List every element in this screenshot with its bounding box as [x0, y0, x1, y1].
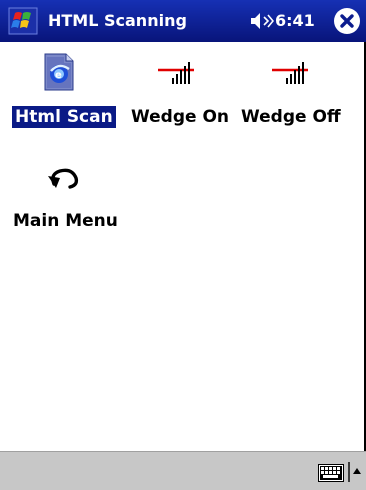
title-bar: HTML Scanning 6:41: [0, 0, 366, 42]
close-icon[interactable]: [334, 8, 360, 34]
clock[interactable]: 6:41: [275, 11, 315, 30]
app-title: HTML Scanning: [48, 11, 187, 30]
html-scan-tile-label[interactable]: Html Scan: [12, 106, 116, 128]
pocketpc-screen: HTML Scanning 6:41 e Html Scan Wedge On …: [0, 0, 366, 490]
main-menu-tile-label[interactable]: Main Menu: [10, 210, 121, 232]
main-content: e Html Scan Wedge On Wedge Off Main Menu: [0, 42, 366, 451]
keyboard-icon[interactable]: [318, 464, 344, 482]
wedge-on-icon[interactable]: [158, 60, 194, 90]
svg-text:e: e: [55, 70, 62, 81]
menu-bar: [0, 451, 366, 490]
speaker-icon[interactable]: [250, 11, 275, 31]
sip-up-arrow-icon[interactable]: [348, 462, 362, 482]
wedge-on-tile-label[interactable]: Wedge On: [128, 106, 232, 128]
wedge-off-icon[interactable]: [272, 60, 308, 90]
html-document-icon[interactable]: e: [42, 52, 76, 96]
wedge-off-tile-label[interactable]: Wedge Off: [238, 106, 344, 128]
windows-flag-icon[interactable]: [8, 7, 38, 35]
back-arrow-icon[interactable]: [46, 166, 80, 196]
